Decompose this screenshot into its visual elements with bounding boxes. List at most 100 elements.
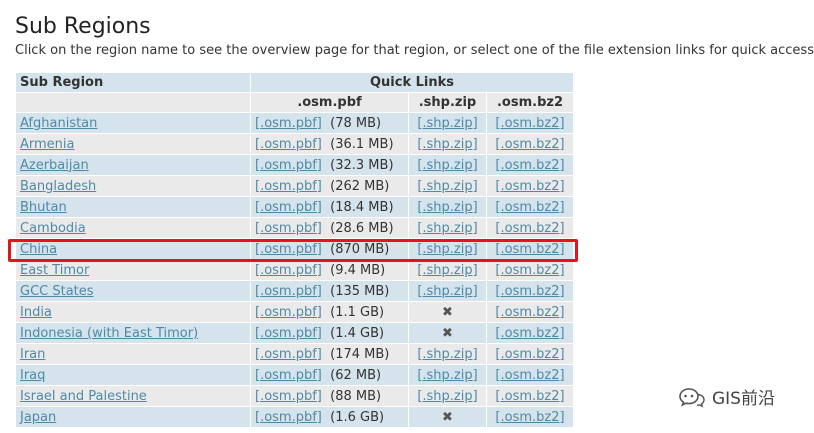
region-cell: Israel and Palestine [16, 386, 250, 406]
region-link[interactable]: India [20, 305, 52, 320]
pbf-link[interactable]: [.osm.pbf] [255, 179, 322, 194]
region-link[interactable]: Iraq [20, 368, 45, 383]
region-link[interactable]: Bangladesh [20, 179, 96, 194]
region-link[interactable]: Armenia [20, 137, 75, 152]
bz2-cell: [.osm.bz2] [487, 239, 573, 259]
region-link[interactable]: Israel and Palestine [20, 389, 147, 404]
shp-link[interactable]: [.shp.zip] [417, 179, 477, 194]
bz2-link[interactable]: [.osm.bz2] [495, 326, 564, 341]
region-link[interactable]: Iran [20, 347, 45, 362]
sub-region-header: Sub Region [16, 73, 250, 92]
shp-link[interactable]: [.shp.zip] [417, 368, 477, 383]
pbf-link[interactable]: [.osm.pbf] [255, 158, 322, 173]
region-cell: East Timor [16, 260, 250, 280]
shp-cell: ✖ [409, 323, 486, 343]
pbf-cell: [.osm.pbf] (1.6 GB) [251, 407, 408, 427]
bz2-cell: [.osm.bz2] [487, 386, 573, 406]
shp-cell: [.shp.zip] [409, 176, 486, 196]
file-size: (135 MB) [330, 283, 390, 299]
bz2-link[interactable]: [.osm.bz2] [495, 221, 564, 236]
pbf-link[interactable]: [.osm.pbf] [255, 410, 322, 425]
bz2-link[interactable]: [.osm.bz2] [495, 137, 564, 152]
pbf-cell: [.osm.pbf] (262 MB) [251, 176, 408, 196]
table-row: India [.osm.pbf] (1.1 GB) ✖ [.osm.bz2] [16, 302, 573, 322]
shp-cell: [.shp.zip] [409, 281, 486, 301]
shp-link[interactable]: [.shp.zip] [417, 116, 477, 131]
bz2-cell: [.osm.bz2] [487, 344, 573, 364]
pbf-cell: [.osm.pbf] (870 MB) [251, 239, 408, 259]
file-size: (88 MB) [330, 388, 382, 404]
table-row: Armenia [.osm.pbf] (36.1 MB) [.shp.zip] [.o… [16, 134, 573, 154]
bz2-link[interactable]: [.osm.bz2] [495, 410, 564, 425]
pbf-cell: [.osm.pbf] (62 MB) [251, 365, 408, 385]
pbf-cell: [.osm.pbf] (88 MB) [251, 386, 408, 406]
bz2-link[interactable]: [.osm.bz2] [495, 389, 564, 404]
pbf-link[interactable]: [.osm.pbf] [255, 368, 322, 383]
file-size: (78 MB) [330, 115, 382, 131]
page-title: Sub Regions [15, 14, 151, 39]
table-row: Bangladesh [.osm.pbf] (262 MB) [.shp.zip] [… [16, 176, 573, 196]
region-link[interactable]: East Timor [20, 263, 89, 278]
region-link[interactable]: Bhutan [20, 200, 67, 215]
region-link[interactable]: Azerbaijan [20, 158, 89, 173]
bz2-link[interactable]: [.osm.bz2] [495, 347, 564, 362]
bz2-link[interactable]: [.osm.bz2] [495, 242, 564, 257]
region-link[interactable]: China [20, 242, 57, 257]
bz2-column-header: .osm.bz2 [487, 93, 573, 112]
pbf-link[interactable]: [.osm.pbf] [255, 263, 322, 278]
pbf-link[interactable]: [.osm.pbf] [255, 137, 322, 152]
pbf-link[interactable]: [.osm.pbf] [255, 326, 322, 341]
region-link[interactable]: Afghanistan [20, 116, 97, 131]
shp-link[interactable]: [.shp.zip] [417, 221, 477, 236]
region-cell: Cambodia [16, 218, 250, 238]
bz2-link[interactable]: [.osm.bz2] [495, 116, 564, 131]
shp-link[interactable]: [.shp.zip] [417, 158, 477, 173]
region-link[interactable]: Cambodia [20, 221, 86, 236]
pbf-link[interactable]: [.osm.pbf] [255, 200, 322, 215]
file-size: (18.4 MB) [330, 199, 394, 215]
bz2-cell: [.osm.bz2] [487, 281, 573, 301]
pbf-link[interactable]: [.osm.pbf] [255, 305, 322, 320]
region-link[interactable]: Indonesia (with East Timor) [20, 326, 198, 341]
shp-link[interactable]: [.shp.zip] [417, 137, 477, 152]
shp-link[interactable]: [.shp.zip] [417, 263, 477, 278]
shp-link[interactable]: [.shp.zip] [417, 347, 477, 362]
pbf-link[interactable]: [.osm.pbf] [255, 389, 322, 404]
pbf-link[interactable]: [.osm.pbf] [255, 116, 322, 131]
shp-cell: [.shp.zip] [409, 344, 486, 364]
shp-link[interactable]: [.shp.zip] [417, 284, 477, 299]
bz2-link[interactable]: [.osm.bz2] [495, 158, 564, 173]
table-subheader-row: .osm.pbf .shp.zip .osm.bz2 [16, 93, 573, 112]
table-row: Iran [.osm.pbf] (174 MB) [.shp.zip] [.osm.b… [16, 344, 573, 364]
bz2-link[interactable]: [.osm.bz2] [495, 305, 564, 320]
bz2-link[interactable]: [.osm.bz2] [495, 284, 564, 299]
bz2-link[interactable]: [.osm.bz2] [495, 179, 564, 194]
pbf-cell: [.osm.pbf] (32.3 MB) [251, 155, 408, 175]
shp-cell: ✖ [409, 302, 486, 322]
table-row: GCC States [.osm.pbf] (135 MB) [.shp.zip] [… [16, 281, 573, 301]
shp-link[interactable]: [.shp.zip] [417, 200, 477, 215]
shp-cell: [.shp.zip] [409, 239, 486, 259]
quick-links-header: Quick Links [251, 73, 573, 92]
bz2-link[interactable]: [.osm.bz2] [495, 368, 564, 383]
watermark: GIS前沿 [678, 384, 775, 409]
shp-cell: [.shp.zip] [409, 113, 486, 133]
table-row: China [.osm.pbf] (870 MB) [.shp.zip] [.osm.… [16, 239, 573, 259]
table-row: Bhutan [.osm.pbf] (18.4 MB) [.shp.zip] [.os… [16, 197, 573, 217]
pbf-link[interactable]: [.osm.pbf] [255, 221, 322, 236]
file-size: (870 MB) [330, 241, 390, 257]
shp-link[interactable]: [.shp.zip] [417, 242, 477, 257]
bz2-link[interactable]: [.osm.bz2] [495, 263, 564, 278]
bz2-link[interactable]: [.osm.bz2] [495, 200, 564, 215]
pbf-link[interactable]: [.osm.pbf] [255, 284, 322, 299]
pbf-cell: [.osm.pbf] (9.4 MB) [251, 260, 408, 280]
pbf-link[interactable]: [.osm.pbf] [255, 347, 322, 362]
region-link[interactable]: Japan [20, 410, 56, 425]
shp-cell: [.shp.zip] [409, 218, 486, 238]
pbf-cell: [.osm.pbf] (174 MB) [251, 344, 408, 364]
shp-cell: [.shp.zip] [409, 365, 486, 385]
pbf-link[interactable]: [.osm.pbf] [255, 242, 322, 257]
pbf-cell: [.osm.pbf] (135 MB) [251, 281, 408, 301]
shp-link[interactable]: [.shp.zip] [417, 389, 477, 404]
region-link[interactable]: GCC States [20, 284, 94, 299]
